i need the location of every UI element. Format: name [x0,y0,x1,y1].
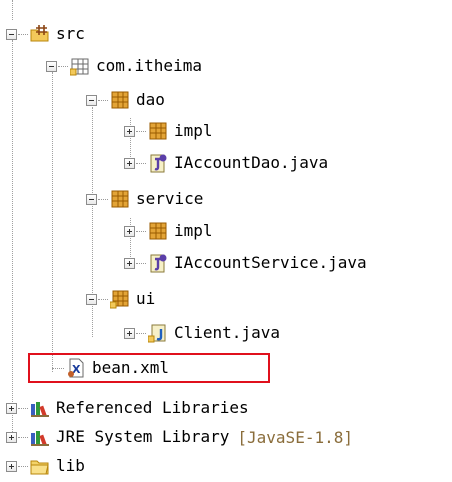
java-interface-icon [150,254,167,273]
tree-guide-line [12,0,13,20]
tree-item-package[interactable]: service [86,187,203,211]
package-icon [111,190,129,208]
tree-item-label: impl [174,121,213,140]
tree-item-package[interactable]: com.itheima [46,54,202,78]
tree-item-label: service [136,189,204,208]
jre-version-label: [JavaSE-1.8] [237,427,353,447]
tree-guide-line [52,72,53,372]
tree-item-label: src [56,24,85,43]
source-folder-icon [30,25,49,42]
java-class-icon [148,324,166,343]
tree-item-package[interactable]: impl [124,219,213,243]
collapse-toggle[interactable] [86,293,97,305]
tree-item-src[interactable]: src [6,22,85,46]
tree-item-jre-system-library[interactable]: JRE System Library [JavaSE-1.8] [6,425,353,449]
expand-toggle[interactable] [124,225,135,237]
tree-item-label: dao [136,90,165,109]
tree-item-package[interactable]: ui [86,287,155,311]
tree-item-label: IAccountService.java [174,253,367,272]
folder-icon [30,460,49,475]
collapse-toggle[interactable] [6,28,17,40]
package-icon [149,122,167,140]
expand-toggle[interactable] [6,460,17,472]
expand-toggle[interactable] [124,157,135,169]
library-icon [31,402,49,417]
package-icon [149,222,167,240]
expand-toggle[interactable] [6,402,17,414]
expand-toggle[interactable] [124,125,135,137]
project-explorer-tree: src com.itheima dao impl IAccountDao.jav… [0,0,452,482]
tree-item-label: ui [136,289,156,308]
tree-item-label: JRE System Library [56,427,230,446]
package-icon [111,91,129,109]
tree-item-java-file[interactable]: IAccountService.java [124,251,367,275]
tree-item-label: lib [56,456,85,475]
tree-item-package[interactable]: impl [124,119,213,143]
highlight-box [28,353,270,383]
tree-item-label: IAccountDao.java [174,153,329,172]
tree-item-label: com.itheima [96,56,202,75]
collapse-toggle[interactable] [46,60,57,72]
tree-item-java-file[interactable]: IAccountDao.java [124,151,328,175]
library-icon [31,431,49,446]
package-icon [70,58,89,76]
package-icon [110,290,129,309]
tree-item-java-file[interactable]: Client.java [124,321,280,345]
java-interface-icon [150,154,167,173]
tree-item-label: Client.java [174,323,280,342]
tree-item-label: impl [174,221,213,240]
tree-item-lib[interactable]: lib [6,454,85,478]
tree-guide-line [12,40,13,442]
tree-item-package[interactable]: dao [86,88,165,112]
expand-toggle[interactable] [6,431,17,443]
tree-item-referenced-libraries[interactable]: Referenced Libraries [6,396,249,420]
expand-toggle[interactable] [124,257,135,269]
collapse-toggle[interactable] [86,94,97,106]
expand-toggle[interactable] [124,327,135,339]
tree-item-label: Referenced Libraries [56,398,249,417]
collapse-toggle[interactable] [86,193,97,205]
